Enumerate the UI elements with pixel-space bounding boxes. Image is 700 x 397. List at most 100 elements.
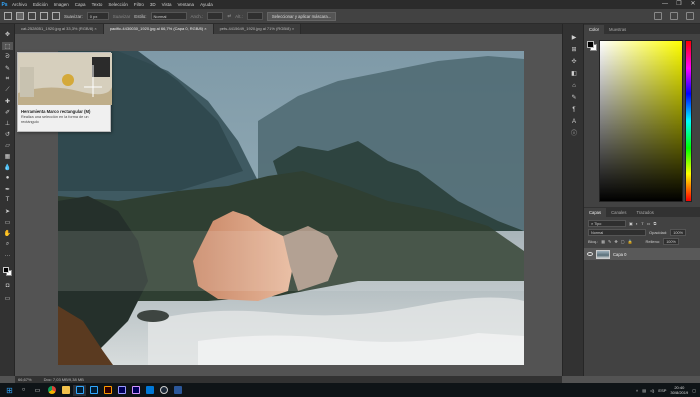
windows-start-icon[interactable]: ⊞ — [3, 385, 16, 396]
hue-slider[interactable] — [685, 40, 692, 202]
color-picker-field[interactable] — [599, 40, 683, 202]
layer-kind-filter[interactable]: ⌕ Tipo — [588, 220, 626, 227]
tab-swatches[interactable]: Muestras — [604, 25, 631, 34]
menu-imagen[interactable]: Imagen — [51, 2, 72, 7]
taskview-icon[interactable]: ▭ — [31, 385, 44, 396]
screen-mode-icon[interactable]: ▭ — [2, 294, 13, 302]
adjustments-panel-icon[interactable]: ◧ — [569, 70, 579, 78]
styles-panel-icon[interactable]: ⌂ — [569, 82, 579, 90]
quick-mask-icon[interactable]: ◘ — [2, 282, 13, 290]
photoshop-icon[interactable] — [73, 384, 86, 396]
menu-ventana[interactable]: Ventana — [175, 2, 198, 7]
vscode-icon[interactable] — [143, 385, 156, 396]
hand-tool-icon[interactable]: ✋ — [2, 229, 13, 237]
tab-channels[interactable]: Canales — [606, 208, 631, 217]
lock-pixels-icon[interactable]: ▦ — [601, 239, 605, 244]
info-panel-icon[interactable]: ⓘ — [569, 130, 579, 138]
character-panel-icon[interactable]: A — [569, 118, 579, 126]
foreground-color-swatch[interactable] — [3, 267, 9, 273]
search-icon[interactable]: ○ — [17, 385, 30, 396]
tab-color[interactable]: Color — [584, 25, 605, 34]
healing-brush-tool-icon[interactable]: ✚ — [2, 97, 13, 105]
crop-tool-icon[interactable]: ⌗ — [2, 75, 13, 83]
menu-capa[interactable]: Capa — [72, 2, 89, 7]
feather-input[interactable]: 0 px — [86, 12, 109, 20]
type-tool-icon[interactable]: T — [2, 196, 13, 204]
filter-smart-icon[interactable]: ⧉ — [653, 221, 656, 226]
dodge-tool-icon[interactable]: ● — [2, 174, 13, 182]
tab-pacific[interactable]: pacific-4430030_1920.jpg al 66,7% (Capa … — [103, 24, 214, 34]
lock-artboard-icon[interactable]: ▢ — [621, 239, 625, 244]
swap-icon[interactable]: ⇄ — [227, 13, 231, 19]
lightroom-icon[interactable] — [87, 385, 100, 396]
path-selection-tool-icon[interactable]: ➤ — [2, 207, 13, 215]
tab-cat[interactable]: cat-2528051_1920.jpg al 33,3% (RGB/8) × — [15, 24, 104, 34]
add-selection-icon[interactable] — [28, 12, 36, 20]
chrome-icon[interactable] — [45, 385, 58, 396]
word-icon[interactable] — [171, 385, 184, 396]
illustrator-icon[interactable] — [101, 385, 114, 396]
color-panel-fg-swatch[interactable] — [587, 41, 594, 48]
filter-pixel-icon[interactable]: ▣ — [629, 221, 633, 226]
history-panel-icon[interactable]: ▶ — [569, 34, 579, 42]
history-brush-tool-icon[interactable]: ↺ — [2, 130, 13, 138]
menu-seleccion[interactable]: Selección — [105, 2, 131, 7]
eyedropper-tool-icon[interactable]: ⟋ — [2, 86, 13, 94]
tab-paths[interactable]: Trazados — [631, 208, 658, 217]
style-select[interactable]: Normal — [150, 12, 187, 20]
filter-shape-icon[interactable]: ▭ — [647, 221, 651, 226]
notifications-icon[interactable]: ▢ — [692, 388, 696, 393]
properties-panel-icon[interactable]: ⊞ — [569, 46, 579, 54]
opacity-input[interactable]: 100% — [670, 229, 687, 236]
intersect-selection-icon[interactable] — [52, 12, 60, 20]
restore-icon[interactable]: ❐ — [672, 0, 686, 9]
blur-tool-icon[interactable]: 💧 — [2, 163, 13, 171]
pen-tool-icon[interactable]: ✒ — [2, 185, 13, 193]
menu-archivo[interactable]: Archivo — [9, 2, 30, 7]
blend-mode-select[interactable]: Normal — [588, 229, 646, 236]
rectangular-marquee-tool-icon[interactable]: ⬚ — [2, 42, 13, 50]
brush-tool-icon[interactable]: ✐ — [2, 108, 13, 116]
steam-icon[interactable] — [157, 385, 170, 396]
tab-layers[interactable]: Capas — [584, 208, 607, 217]
gradient-tool-icon[interactable]: ▦ — [2, 152, 13, 160]
visibility-eye-icon[interactable] — [587, 252, 593, 256]
workspace-icon[interactable] — [670, 12, 678, 20]
menu-3d[interactable]: 3D — [147, 2, 159, 7]
libraries-panel-icon[interactable]: ✣ — [569, 58, 579, 66]
filter-type-icon[interactable]: T — [641, 221, 643, 226]
lock-paint-icon[interactable]: ✎ — [608, 239, 611, 244]
layer-row[interactable]: Capa 0 — [584, 248, 700, 260]
marquee-preset-icon[interactable] — [4, 12, 12, 20]
menu-vista[interactable]: Vista — [159, 2, 175, 7]
fill-input[interactable]: 100% — [663, 238, 680, 245]
layer-name[interactable]: Capa 0 — [613, 252, 627, 257]
brushes-panel-icon[interactable]: ✎ — [569, 94, 579, 102]
premiere-icon[interactable] — [115, 385, 128, 396]
menu-ayuda[interactable]: Ayuda — [197, 2, 216, 7]
tray-arrow-icon[interactable]: ˄ — [636, 388, 638, 393]
volume-icon[interactable]: ◁) — [650, 388, 654, 393]
more-tools-icon[interactable]: ··· — [2, 252, 13, 260]
eraser-tool-icon[interactable]: ▱ — [2, 141, 13, 149]
width-input[interactable] — [207, 12, 224, 20]
network-icon[interactable]: ▤ — [642, 388, 646, 393]
aftereffects-icon[interactable] — [129, 385, 142, 396]
share-icon[interactable] — [686, 12, 694, 20]
lasso-tool-icon[interactable]: ᘐ — [2, 53, 13, 61]
tab-pets[interactable]: pets-4415649_1920.jpg al 71% (RGB/8) × — [213, 24, 302, 34]
move-tool-icon[interactable]: ✥ — [2, 30, 13, 38]
select-and-mask-button[interactable]: Seleccionar y aplicar máscara... — [266, 11, 337, 21]
paragraph-panel-icon[interactable]: ¶ — [569, 106, 579, 114]
menu-texto[interactable]: Texto — [89, 2, 106, 7]
language-indicator[interactable]: ESP — [658, 388, 666, 393]
document-image[interactable] — [58, 51, 524, 365]
clock[interactable]: 20:40 30/8/2019 — [670, 385, 688, 395]
rectangle-tool-icon[interactable]: ▭ — [2, 218, 13, 226]
zoom-level[interactable]: 66,67% — [18, 376, 32, 383]
antialias-checkbox[interactable]: Suavizar — [113, 14, 131, 19]
height-input[interactable] — [246, 12, 263, 20]
menu-filtro[interactable]: Filtro — [131, 2, 147, 7]
new-selection-icon[interactable] — [16, 12, 24, 20]
lock-move-icon[interactable]: ✥ — [614, 239, 617, 244]
